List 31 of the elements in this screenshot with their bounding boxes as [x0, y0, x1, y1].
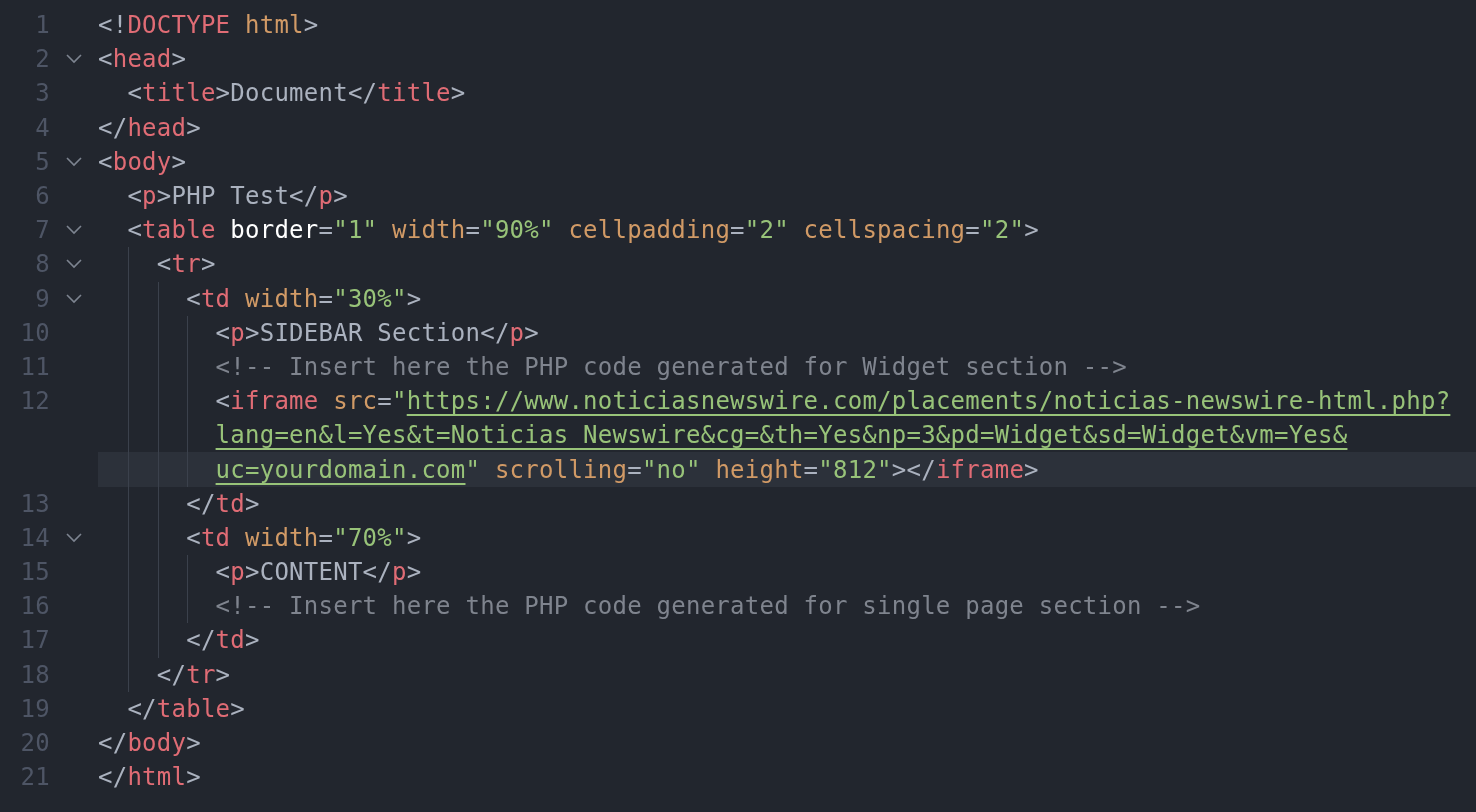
fold-chevron-icon[interactable] [66, 54, 82, 65]
url-link[interactable]: https://www.noticiasnewswire.com/placements/noticias-newswire-html.php? [406, 387, 1451, 416]
fold-chevron-icon[interactable] [66, 293, 82, 304]
code-line: <iframe src="https://www.noticiasnewswire.com/placements/noticias-newswire-html.php? [215, 387, 1451, 416]
code-line: <!-- Insert here the PHP code generated for Widget section --> [215, 352, 1127, 381]
code-line: <p>SIDEBAR Section</p> [215, 318, 539, 347]
code-line: <head> [98, 45, 187, 74]
code-line: </td> [186, 489, 260, 518]
code-line: <!DOCTYPE html> [98, 11, 319, 40]
fold-chevron-icon[interactable] [66, 156, 82, 167]
code-line: <tr> [156, 250, 216, 279]
url-link[interactable]: lang=en&l=Yes&t=Noticias Newswire&cg=&th=Yes&np=3&pd=Widget&sd=Widget&vm=Yes& [215, 421, 1348, 450]
code-line: <title>Document</title> [127, 79, 466, 108]
code-line: <p>PHP Test</p> [127, 182, 348, 211]
fold-chevron-icon[interactable] [66, 225, 82, 236]
code-line: </tr> [156, 660, 231, 689]
code-line: <p>CONTENT</p> [215, 558, 422, 587]
code-line: </head> [98, 113, 201, 142]
code-line: <td width="70%"> [186, 523, 422, 552]
fold-chevron-icon[interactable] [66, 532, 82, 543]
fold-chevron-icon[interactable] [66, 259, 82, 270]
code-line: <table border="1" width="90%" cellpadding="2" cellspacing="2"> [127, 216, 1039, 245]
code-line: uc=yourdomain.com" scrolling="no" height="812"></iframe> [215, 455, 1039, 484]
code-line: <body> [98, 147, 187, 176]
code-line: </table> [127, 694, 245, 723]
url-link[interactable]: uc=yourdomain.com [215, 455, 466, 484]
code-line: </body> [98, 729, 201, 758]
code-line: </html> [98, 763, 201, 792]
code-line: <td width="30%"> [186, 284, 422, 313]
code-line: <!-- Insert here the PHP code generated for single page section --> [215, 592, 1201, 621]
code-line: </td> [186, 626, 260, 655]
